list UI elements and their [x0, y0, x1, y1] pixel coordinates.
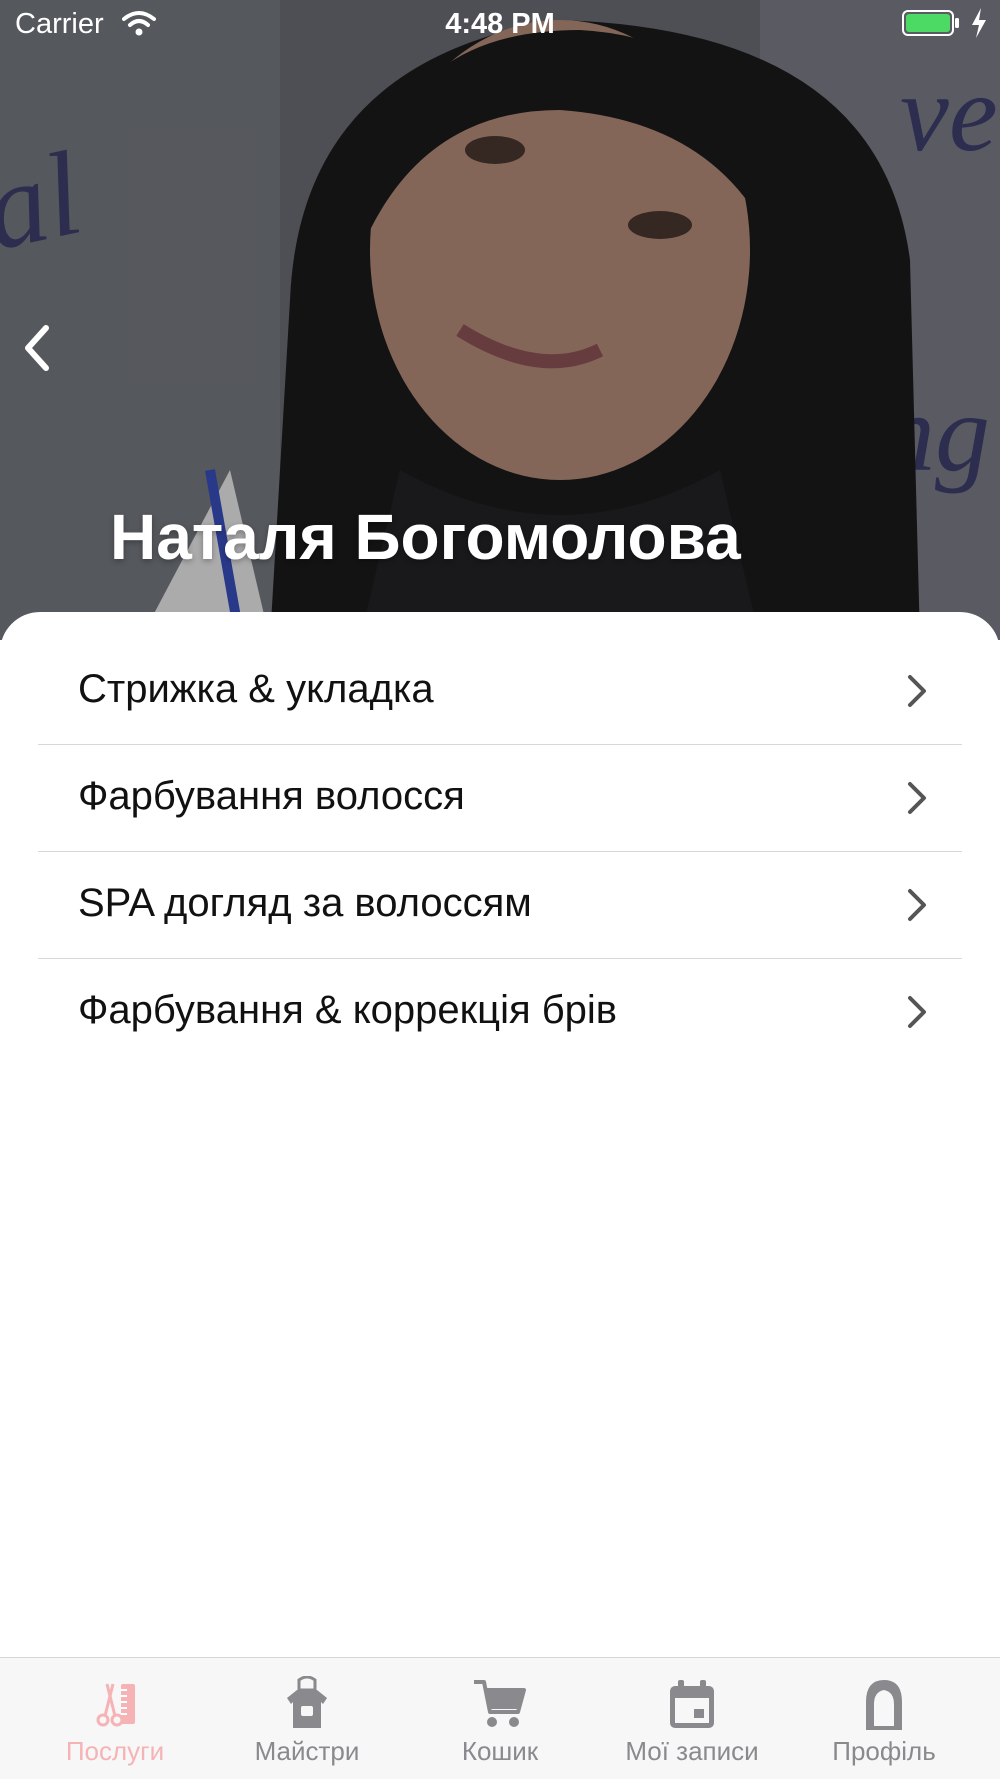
- scissors-comb-icon: [96, 1683, 135, 1727]
- cart-icon: [474, 1680, 526, 1727]
- service-item-label: SPA догляд за волоссям: [78, 881, 532, 925]
- status-time: 4:48 PM: [445, 8, 555, 40]
- tab-my-bookings[interactable]: Мої записи: [592, 1658, 792, 1779]
- service-item-brow-coloring[interactable]: Фарбування & коррекція брів: [38, 959, 962, 1065]
- service-item-label: Стрижка & укладка: [78, 667, 434, 711]
- service-item-haircut[interactable]: Стрижка & укладка: [38, 638, 962, 745]
- tab-cart[interactable]: Кошик: [400, 1658, 600, 1779]
- status-bar: Carrier 4:48 PM: [0, 0, 1000, 50]
- charging-bolt-icon: [972, 8, 986, 38]
- service-item-label: Фарбування волосся: [78, 774, 465, 818]
- tab-masters[interactable]: Майстри: [207, 1658, 407, 1779]
- service-item-label: Фарбування & коррекція брів: [78, 988, 618, 1032]
- master-name: Наталя Богомолова: [110, 501, 741, 573]
- tab-profile[interactable]: Профіль: [784, 1658, 984, 1779]
- tab-label: Кошик: [461, 1736, 539, 1766]
- service-list: Стрижка & укладка Фарбування волосся SPA…: [38, 638, 962, 1065]
- tab-services[interactable]: Послуги: [15, 1658, 215, 1779]
- master-photo-header: al vel ng Carrier 4:48 PM Наталя: [0, 0, 1000, 640]
- back-button[interactable]: [10, 318, 70, 378]
- tab-bar: Послуги Майстри Кошик Мої записи Профіль: [0, 1657, 1000, 1779]
- profile-icon: [866, 1680, 902, 1730]
- chevron-right-icon: [908, 675, 926, 707]
- service-item-hair-coloring[interactable]: Фарбування волосся: [38, 745, 962, 852]
- tab-label: Мої записи: [625, 1736, 759, 1766]
- chevron-right-icon: [908, 889, 926, 921]
- chevron-right-icon: [908, 996, 926, 1028]
- battery-icon: [902, 10, 959, 36]
- calendar-icon: [670, 1680, 714, 1728]
- apron-icon: [287, 1676, 327, 1728]
- tab-label: Профіль: [832, 1736, 936, 1766]
- service-item-spa-hair-care[interactable]: SPA догляд за волоссям: [38, 852, 962, 959]
- tab-label: Послуги: [65, 1736, 165, 1766]
- services-sheet: Стрижка & укладка Фарбування волосся SPA…: [0, 612, 1000, 1657]
- chevron-right-icon: [908, 782, 926, 814]
- tab-label: Майстри: [254, 1736, 360, 1766]
